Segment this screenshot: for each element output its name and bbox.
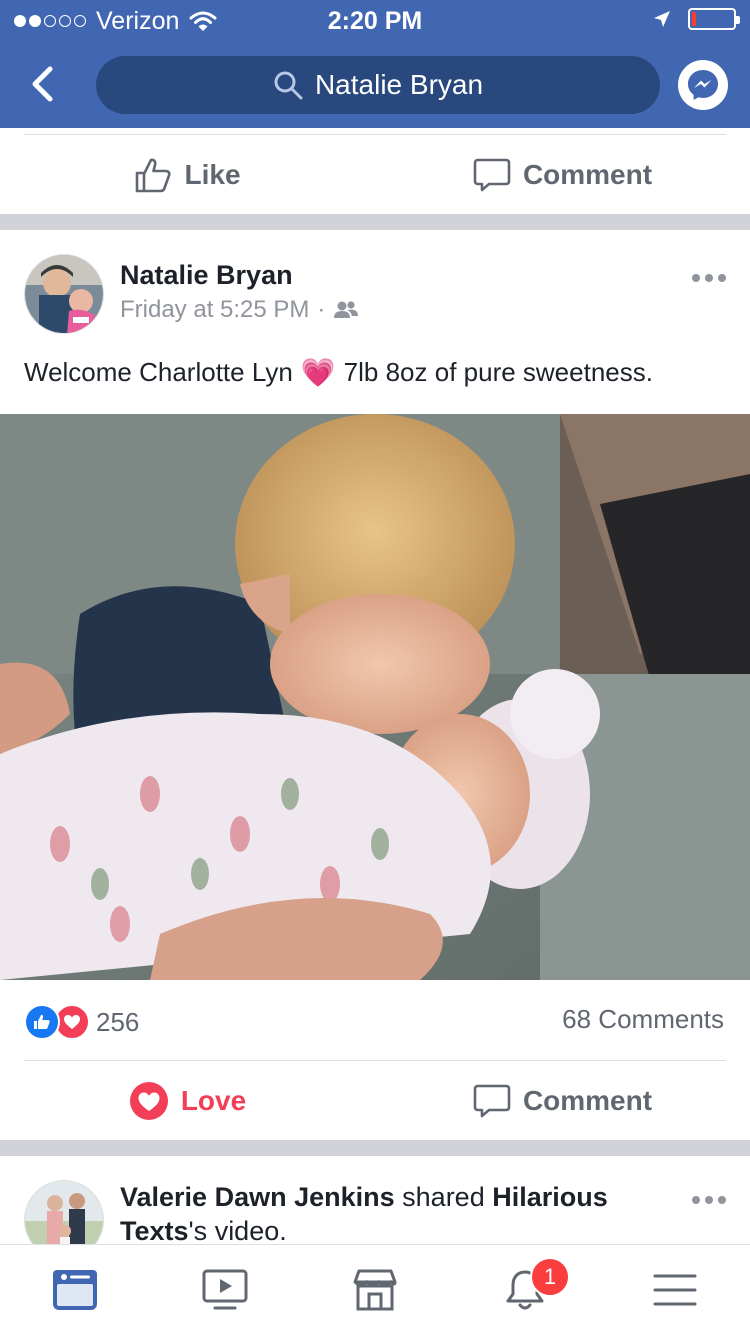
video-icon xyxy=(202,1269,248,1310)
bottom-tab-bar: 1 xyxy=(0,1244,750,1335)
news-feed-icon xyxy=(53,1270,97,1310)
tab-marketplace[interactable] xyxy=(300,1245,450,1335)
comment-label: Comment xyxy=(522,159,653,190)
reaction-summary[interactable]: 256 xyxy=(24,1004,139,1040)
tab-watch[interactable] xyxy=(150,1245,300,1335)
post-text-start: Welcome Charlotte Lyn xyxy=(24,357,293,387)
next-post-suffix: 's video. xyxy=(188,1216,287,1246)
thumbs-up-icon xyxy=(136,158,172,193)
meta-separator: · xyxy=(317,296,326,323)
post-timestamp[interactable]: Friday at 5:25 PM xyxy=(120,296,309,324)
tab-notifications[interactable]: 1 xyxy=(450,1245,600,1335)
comment-button[interactable]: Comment xyxy=(375,136,750,214)
love-label: Love xyxy=(180,1085,247,1116)
tab-news-feed[interactable] xyxy=(0,1245,150,1335)
location-arrow-icon xyxy=(654,11,670,27)
search-text: Natalie Bryan xyxy=(314,69,484,100)
back-button[interactable] xyxy=(22,62,62,106)
divider xyxy=(24,134,726,135)
comments-count[interactable]: 68 Comments xyxy=(562,1004,724,1035)
feed-separator xyxy=(0,1140,750,1156)
post-author-name[interactable]: Natalie Bryan xyxy=(120,260,293,291)
search-bar[interactable]: Natalie Bryan xyxy=(96,56,660,114)
post-text: Welcome Charlotte Lyn 💗 7lb 8oz of pure … xyxy=(24,356,653,389)
friends-icon xyxy=(334,301,359,318)
love-icon xyxy=(129,1082,168,1120)
battery-level xyxy=(692,12,696,26)
author-avatar[interactable] xyxy=(24,254,104,334)
tab-menu[interactable] xyxy=(600,1245,750,1335)
chevron-left-icon xyxy=(32,66,53,102)
comment-label: Comment xyxy=(522,1085,653,1116)
reaction-count: 256 xyxy=(96,1006,140,1037)
like-reaction-icon xyxy=(24,1004,60,1040)
notification-badge: 1 xyxy=(530,1257,570,1297)
comment-button[interactable]: Comment xyxy=(375,1062,750,1140)
next-post-author[interactable]: Valerie Dawn Jenkins xyxy=(120,1182,395,1212)
divider xyxy=(24,1060,726,1061)
like-button[interactable]: Like xyxy=(0,136,375,214)
love-button[interactable]: Love xyxy=(0,1062,375,1140)
post-photo[interactable] xyxy=(0,414,750,980)
battery-icon xyxy=(688,8,740,30)
comment-icon xyxy=(473,1084,511,1118)
messenger-button[interactable] xyxy=(678,60,728,110)
search-icon xyxy=(274,71,303,100)
post-text-end: 7lb 8oz of pure sweetness. xyxy=(343,357,653,387)
next-post-header: Valerie Dawn Jenkins shared Hilarious Te… xyxy=(120,1180,680,1248)
hamburger-menu-icon xyxy=(653,1274,697,1306)
feed-separator xyxy=(0,214,750,230)
marketplace-icon xyxy=(353,1269,397,1311)
heart-emoji: 💗 xyxy=(300,357,336,388)
post-options-button[interactable] xyxy=(692,268,728,288)
status-right xyxy=(652,8,740,30)
like-label: Like xyxy=(184,159,241,190)
next-post-verb: shared xyxy=(402,1182,485,1212)
previous-post-actions: Like Comment xyxy=(0,136,750,214)
messenger-icon xyxy=(688,70,718,100)
next-post-options-button[interactable] xyxy=(692,1190,728,1210)
post-actions: Love Comment xyxy=(0,1062,750,1140)
post-meta: Friday at 5:25 PM · xyxy=(120,296,359,324)
status-time: 2:20 PM xyxy=(327,7,423,35)
comment-icon xyxy=(473,158,511,192)
